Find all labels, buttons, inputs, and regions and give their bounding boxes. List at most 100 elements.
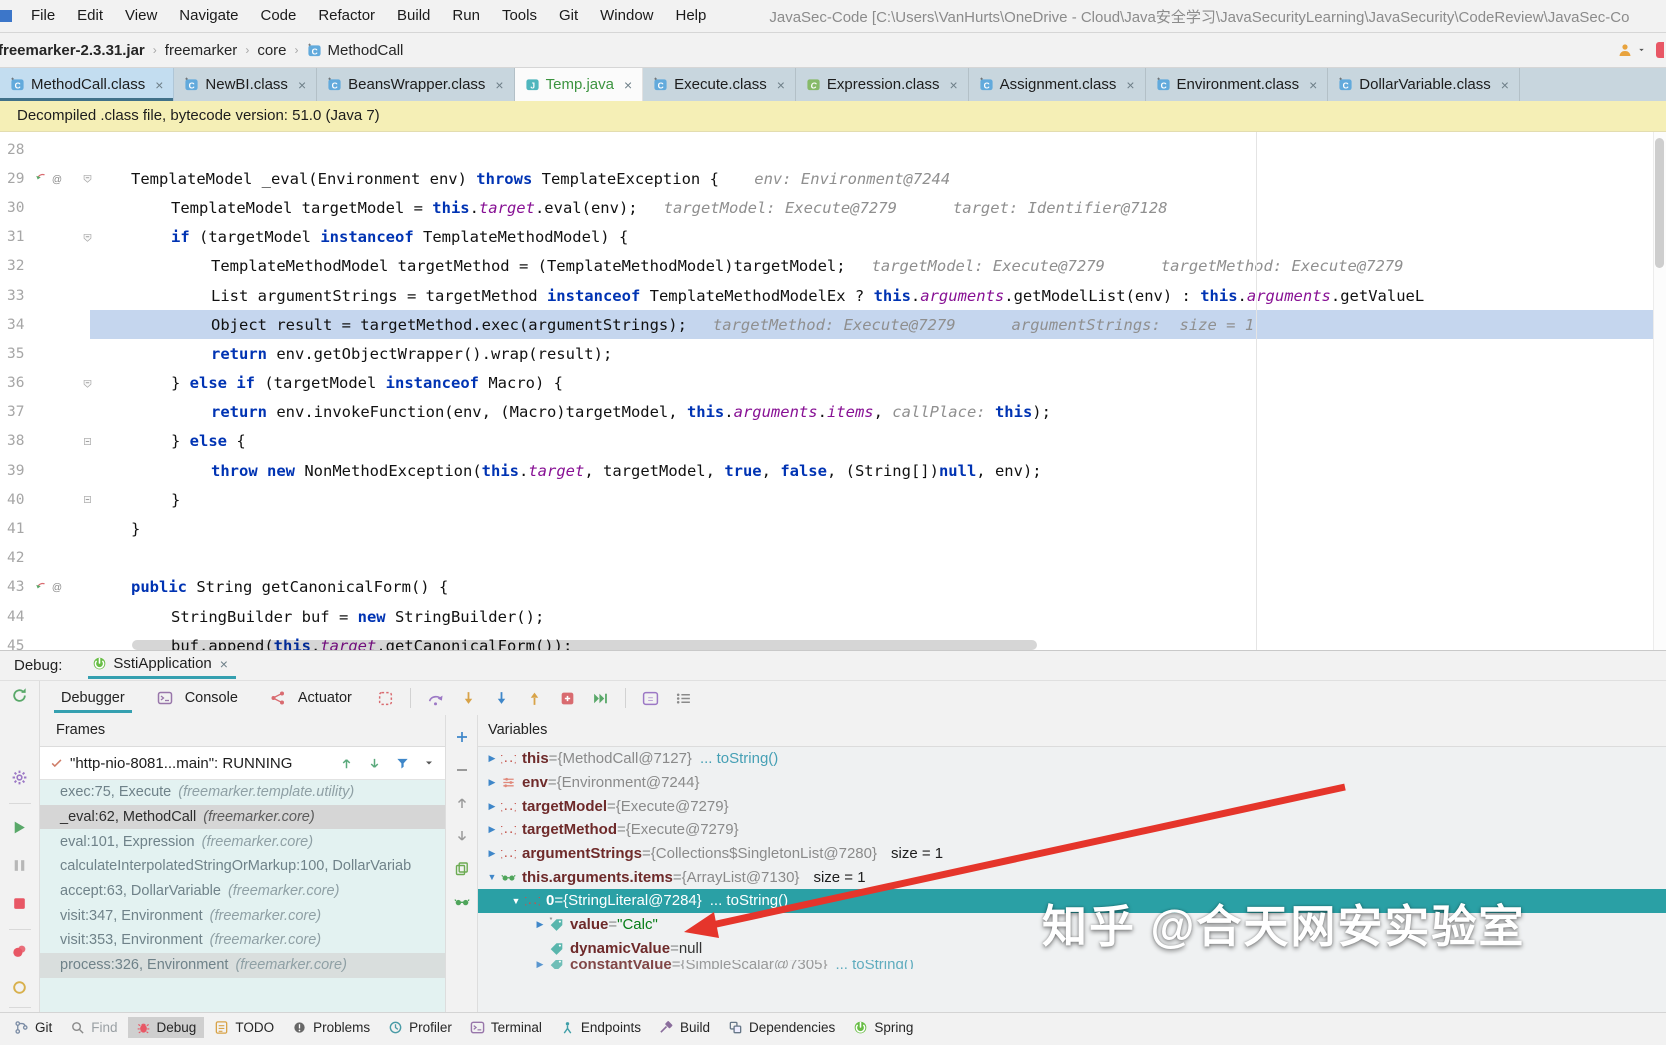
variable-env[interactable]: ▶env = {Environment@7244}	[478, 771, 1666, 795]
tab-methodcall-class[interactable]: C*MethodCall.class×	[0, 68, 174, 101]
statusbar-git[interactable]: Git	[6, 1017, 60, 1038]
statusbar-dependencies[interactable]: Dependencies	[720, 1017, 843, 1038]
stack-frame[interactable]: visit:347, Environment(freemarker.core)	[40, 903, 445, 928]
fold-end-icon[interactable]	[82, 436, 93, 447]
chevron-right-icon[interactable]: ▶	[485, 801, 499, 812]
layout-icon[interactable]	[675, 690, 692, 707]
chevron-right-icon[interactable]: ▶	[485, 753, 499, 764]
filter-icon[interactable]	[395, 756, 410, 771]
close-icon[interactable]: ×	[1126, 77, 1134, 93]
down-arrow-icon[interactable]	[367, 756, 382, 771]
vertical-scrollbar[interactable]	[1653, 132, 1666, 650]
stop-icon[interactable]	[11, 895, 28, 912]
run-to-cursor-icon[interactable]	[592, 690, 609, 707]
drop-frame-icon[interactable]	[559, 690, 576, 707]
tab-debugger[interactable]: Debugger	[54, 684, 132, 713]
close-icon[interactable]: ×	[495, 77, 503, 93]
resume-icon[interactable]	[11, 819, 28, 836]
run-configuration-tab[interactable]: SstiApplication ×	[88, 652, 236, 679]
close-icon[interactable]: ×	[777, 77, 785, 93]
up-arrow-icon[interactable]	[339, 756, 354, 771]
remove-icon[interactable]	[454, 762, 470, 778]
step-into-icon[interactable]	[460, 690, 477, 707]
chevron-right-icon[interactable]: ▶	[485, 777, 499, 788]
up-gray-icon[interactable]	[454, 795, 470, 811]
view-breakpoints-icon[interactable]	[11, 943, 28, 960]
statusbar-problems[interactable]: Problems	[284, 1017, 378, 1038]
breadcrumb-item-freemarker-2-3-31-jar[interactable]: freemarker-2.3.31.jar	[0, 42, 153, 59]
statusbar-profiler[interactable]: Profiler	[380, 1017, 460, 1038]
stack-frame[interactable]: _eval:62, MethodCall(freemarker.core)	[40, 805, 445, 830]
tab-beanswrapper-class[interactable]: C*BeansWrapper.class×	[317, 68, 514, 101]
chevron-down-icon[interactable]: ▼	[485, 872, 499, 882]
rerun-icon[interactable]	[11, 687, 28, 704]
thread-selector[interactable]: "http-nio-8081...main": RUNNING	[40, 747, 445, 780]
user-icon[interactable]	[1617, 42, 1633, 58]
menu-navigate[interactable]: Navigate	[168, 7, 249, 24]
chevron-right-icon[interactable]: ▶	[485, 824, 499, 835]
force-step-into-icon[interactable]	[493, 690, 510, 707]
variable-value[interactable]: ▶*value = "Calc"	[478, 913, 1666, 937]
evaluate-icon[interactable]: =	[642, 690, 659, 707]
variable-targetmodel[interactable]: ▶{..}targetModel = {Execute@7279}	[478, 794, 1666, 818]
mute-dotted-icon[interactable]	[377, 690, 394, 707]
variable-dynamicvalue[interactable]: dynamicValue = null	[478, 937, 1666, 961]
statusbar-endpoints[interactable]: Endpoints	[552, 1017, 649, 1038]
tab-assignment-class[interactable]: C*Assignment.class×	[969, 68, 1146, 101]
mute-breakpoints-icon[interactable]	[11, 979, 28, 996]
tab-console[interactable]: Console	[144, 684, 245, 713]
copy-icon[interactable]	[454, 861, 470, 877]
code-editor[interactable]: 2829@TemplateModel _eval(Environment env…	[0, 132, 1666, 651]
fold-marker[interactable]	[76, 232, 98, 243]
breadcrumb-item-methodcall[interactable]: C*MethodCall	[299, 42, 412, 59]
horizontal-scrollbar[interactable]	[132, 640, 1037, 650]
step-over-icon[interactable]	[427, 690, 444, 707]
fold-marker[interactable]	[76, 436, 98, 447]
variable-this[interactable]: ▶{..}this = {MethodCall@7127}... toStrin…	[478, 747, 1666, 771]
stack-frame[interactable]: process:326, Environment(freemarker.core…	[40, 953, 445, 978]
menu-run[interactable]: Run	[441, 7, 491, 24]
menu-build[interactable]: Build	[386, 7, 441, 24]
breadcrumb-item-core[interactable]: core	[249, 42, 294, 59]
fold-open-icon[interactable]	[82, 378, 93, 389]
add-icon[interactable]	[454, 729, 470, 745]
pause-icon[interactable]	[11, 857, 28, 874]
settings-icon[interactable]	[11, 769, 28, 786]
tab-environment-class[interactable]: C*Environment.class×	[1146, 68, 1329, 101]
tab-dollarvariable-class[interactable]: C*DollarVariable.class×	[1328, 68, 1520, 101]
step-out-icon[interactable]	[526, 690, 543, 707]
chevron-right-icon[interactable]: ▶	[485, 848, 499, 859]
tab-expression-class[interactable]: CExpression.class×	[796, 68, 969, 101]
close-icon[interactable]: ×	[1501, 77, 1509, 93]
close-icon[interactable]: ×	[155, 77, 163, 93]
fold-end-icon[interactable]	[82, 494, 93, 505]
fold-open-icon[interactable]	[82, 173, 93, 184]
statusbar-find[interactable]: Find	[62, 1017, 125, 1038]
variable-this-arguments-items[interactable]: ▼this.arguments.items = {ArrayList@7130}…	[478, 865, 1666, 889]
statusbar-spring[interactable]: Spring	[845, 1017, 921, 1038]
chevron-right-icon[interactable]: ▶	[533, 960, 547, 969]
stack-frame[interactable]: visit:353, Environment(freemarker.core)	[40, 928, 445, 953]
variable-targetmethod[interactable]: ▶{..}targetMethod = {Execute@7279}	[478, 818, 1666, 842]
menu-file[interactable]: File	[20, 7, 66, 24]
menu-edit[interactable]: Edit	[66, 7, 114, 24]
at-icon[interactable]: @	[50, 172, 64, 186]
tab-temp-java[interactable]: JTemp.java×	[515, 68, 644, 101]
override-icon[interactable]	[34, 172, 47, 185]
at-icon[interactable]: @	[50, 580, 64, 594]
statusbar-build[interactable]: Build	[651, 1017, 718, 1038]
close-icon[interactable]: ×	[1309, 77, 1317, 93]
tab-newbi-class[interactable]: C*NewBI.class×	[174, 68, 317, 101]
variable-argumentstrings[interactable]: ▶{..}argumentStrings = {Collections$Sing…	[478, 842, 1666, 866]
close-icon[interactable]: ×	[949, 77, 957, 93]
caret-icon[interactable]	[423, 757, 435, 769]
variable-constantvalue[interactable]: ▶constantValue = {SimpleScalar@7305}... …	[478, 960, 1666, 969]
tab-actuator[interactable]: Actuator	[257, 684, 359, 713]
stack-frame[interactable]: calculateInterpolatedStringOrMarkup:100,…	[40, 854, 445, 879]
fold-marker[interactable]	[76, 173, 98, 184]
stack-frame[interactable]: accept:63, DollarVariable(freemarker.cor…	[40, 879, 445, 904]
menu-code[interactable]: Code	[249, 7, 307, 24]
notification-icon[interactable]	[1656, 42, 1664, 58]
statusbar-terminal[interactable]: Terminal	[462, 1017, 550, 1038]
variable-0[interactable]: ▼{..}0 = {StringLiteral@7284}... toStrin…	[478, 889, 1666, 913]
